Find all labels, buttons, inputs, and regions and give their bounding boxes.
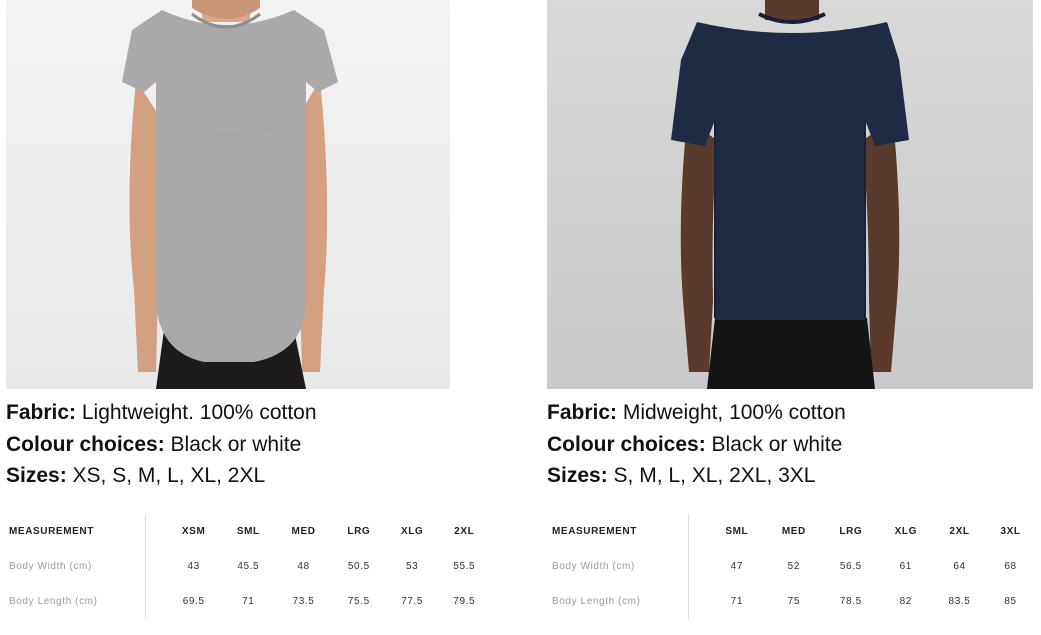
- size-header: XSM: [181, 526, 206, 537]
- fabric-line: Fabric: Midweight, 100% cotton: [547, 397, 1033, 429]
- colour-line: Colour choices: Black or white: [547, 429, 1033, 461]
- sizes-line: Sizes: XS, S, M, L, XL, 2XL: [6, 460, 450, 492]
- sizes-label: Sizes:: [547, 464, 608, 487]
- table-cell: 68: [1004, 561, 1017, 572]
- table-cell: 47: [730, 561, 743, 572]
- size-header: XLG: [400, 526, 424, 537]
- product-photo-womens-tee: [6, 0, 450, 389]
- colour-line: Colour choices: Black or white: [6, 429, 450, 461]
- table-cell: 77.5: [401, 596, 424, 607]
- product-photo-mens-tee: [547, 0, 1033, 389]
- table-cell: 79.5: [453, 596, 476, 607]
- table-row: Body Width (cm) 43 45.5 48 50.5 53 55.5: [6, 549, 490, 584]
- row-label: Body Width (cm): [6, 549, 146, 584]
- table-header-row: MEASUREMENT XSM SML MED LRG XLG 2XL: [6, 514, 490, 549]
- table-cell: 50.5: [347, 561, 370, 572]
- table-cell: 55.5: [453, 561, 476, 572]
- row-label: Body Length (cm): [549, 584, 689, 619]
- table-row: Body Length (cm) 71 75 78.5 82 83.5 85: [549, 584, 1035, 619]
- womens-tee-illustration: [122, 0, 338, 389]
- row-label: Body Length (cm): [6, 584, 146, 619]
- measurement-header: MEASUREMENT: [6, 514, 146, 549]
- size-header: LRG: [347, 526, 371, 537]
- product-mens-tee: Fabric: Midweight, 100% cotton Colour ch…: [547, 0, 1033, 492]
- fabric-label: Fabric:: [6, 401, 77, 424]
- sizes-line: Sizes: S, M, L, XL, 2XL, 3XL: [547, 460, 1033, 492]
- table-row: Body Length (cm) 69.5 71 73.5 75.5 77.5 …: [6, 584, 490, 619]
- table-cell: 52: [787, 561, 800, 572]
- table-cell: 69.5: [182, 596, 205, 607]
- table-cell: 61: [899, 561, 912, 572]
- colour-label: Colour choices:: [6, 432, 165, 456]
- size-header: SML: [236, 526, 260, 537]
- table-cell: 73.5: [292, 596, 315, 607]
- colour-value: Black or white: [711, 432, 843, 456]
- table-cell: 56.5: [839, 561, 862, 572]
- table-cell: 43: [187, 561, 200, 572]
- size-header: MED: [291, 526, 316, 537]
- table-cell: 64: [953, 561, 966, 572]
- size-header: 3XL: [1000, 526, 1021, 537]
- sizes-label: Sizes:: [6, 464, 67, 487]
- size-header: XLG: [894, 526, 917, 537]
- size-header: 2XL: [454, 526, 475, 537]
- product-womens-tee: Fabric: Lightweight. 100% cotton Colour …: [6, 0, 450, 492]
- size-header: LRG: [839, 526, 863, 537]
- mens-tee-illustration: [671, 0, 909, 389]
- size-header: MED: [781, 526, 806, 537]
- fabric-line: Fabric: Lightweight. 100% cotton: [6, 397, 450, 429]
- table-cell: 48: [297, 561, 310, 572]
- row-label: Body Width (cm): [549, 549, 689, 584]
- product-specs-womens: Fabric: Lightweight. 100% cotton Colour …: [6, 397, 450, 492]
- fabric-label: Fabric:: [547, 401, 618, 424]
- size-header: SML: [725, 526, 749, 537]
- table-cell: 53: [405, 561, 419, 572]
- measurement-header: MEASUREMENT: [549, 514, 689, 549]
- table-cell: 45.5: [237, 561, 260, 572]
- size-chart-womens: MEASUREMENT XSM SML MED LRG XLG 2XL Body…: [6, 514, 490, 619]
- colour-value: Black or white: [170, 432, 302, 456]
- table-cell: 75: [787, 596, 800, 607]
- sizes-value: S, M, L, XL, 2XL, 3XL: [613, 464, 816, 487]
- table-cell: 83.5: [948, 596, 971, 607]
- table-cell: 85: [1004, 596, 1017, 607]
- fabric-value: Midweight, 100% cotton: [622, 401, 846, 424]
- product-specs-mens: Fabric: Midweight, 100% cotton Colour ch…: [547, 397, 1033, 492]
- table-cell: 75.5: [347, 596, 370, 607]
- fabric-value: Lightweight. 100% cotton: [81, 401, 317, 424]
- table-cell: 71: [730, 596, 743, 607]
- table-cell: 82: [899, 596, 912, 607]
- sizes-value: XS, S, M, L, XL, 2XL: [72, 464, 266, 487]
- table-cell: 78.5: [839, 596, 862, 607]
- table-cell: 71: [242, 596, 255, 607]
- size-chart-mens: MEASUREMENT SML MED LRG XLG 2XL 3XL Body…: [549, 514, 1035, 619]
- colour-label: Colour choices:: [547, 432, 706, 456]
- table-row: Body Width (cm) 47 52 56.5 61 64 68: [549, 549, 1035, 584]
- size-header: 2XL: [949, 526, 970, 537]
- table-header-row: MEASUREMENT SML MED LRG XLG 2XL 3XL: [549, 514, 1035, 549]
